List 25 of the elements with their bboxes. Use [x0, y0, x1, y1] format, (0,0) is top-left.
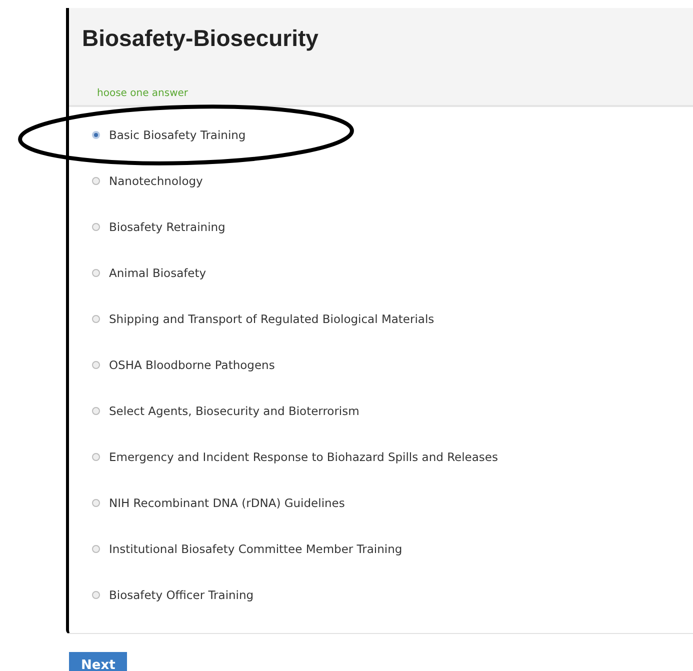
question-title: Biosafety-Biosecurity — [82, 25, 320, 52]
answer-option[interactable]: Basic Biosafety Training — [92, 124, 693, 145]
answer-option[interactable]: Animal Biosafety — [92, 262, 693, 283]
radio-button[interactable] — [92, 590, 100, 598]
answer-option[interactable]: Biosafety Retraining — [92, 216, 693, 237]
answer-option[interactable]: Institutional Biosafety Committee Member Training — [92, 538, 693, 559]
radio-button[interactable] — [92, 544, 100, 552]
answer-option[interactable]: NIH Recombinant DNA (rDNA) Guidelines — [92, 492, 693, 513]
radio-button[interactable] — [92, 176, 100, 184]
answer-option[interactable]: Biosafety Officer Training — [92, 584, 693, 605]
answer-hint: hoose one answer — [97, 88, 190, 99]
radio-button[interactable] — [92, 406, 100, 414]
radio-button[interactable] — [92, 222, 100, 230]
radio-button[interactable] — [92, 452, 100, 460]
radio-button[interactable] — [92, 314, 100, 322]
answer-option[interactable]: Select Agents, Biosecurity and Bioterrorism — [92, 400, 693, 421]
answer-option[interactable]: Shipping and Transport of Regulated Biological Materials — [92, 308, 693, 329]
radio-button[interactable] — [92, 268, 100, 276]
next-button[interactable]: Next — [69, 652, 128, 671]
answer-option[interactable]: OSHA Bloodborne Pathogens — [92, 354, 693, 375]
answer-option[interactable]: Emergency and Incident Response to Biohazard Spills and Releases — [92, 446, 693, 467]
radio-button[interactable] — [92, 498, 100, 506]
radio-button[interactable] — [92, 360, 100, 368]
radio-button[interactable] — [92, 130, 100, 138]
answer-option[interactable]: Nanotechnology — [92, 170, 693, 191]
